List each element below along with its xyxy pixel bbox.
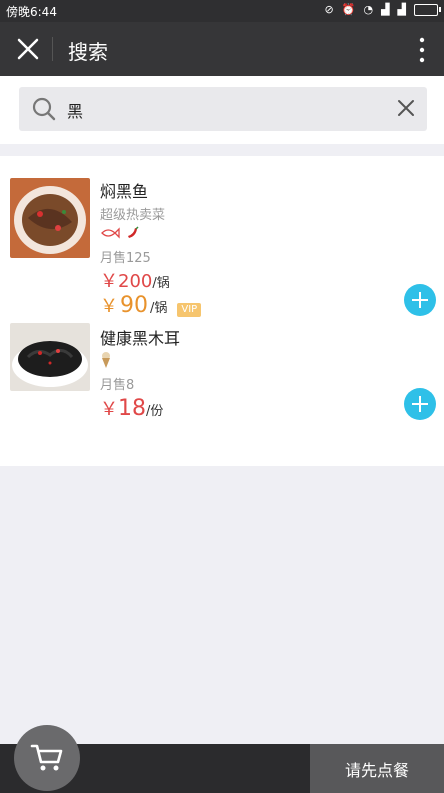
dish-image <box>10 323 90 391</box>
alarm-icon: ⏰ <box>341 3 356 16</box>
monthly-sales: 月售125 <box>100 251 151 266</box>
nav-divider <box>52 37 53 61</box>
dish-name: 焖黑鱼 <box>100 182 149 201</box>
battery-icon <box>414 4 441 16</box>
currency-symbol: ￥ <box>100 271 118 292</box>
monthly-sales: 月售8 <box>100 378 135 393</box>
dish-tag: 超级热卖菜 <box>100 208 166 223</box>
vip-badge: VIP <box>177 303 202 317</box>
list-item[interactable]: 焖黑鱼 超级热卖菜 月售125 ￥200/锅 ￥ 90/锅 VIP <box>0 156 444 318</box>
ice-cream-icon <box>102 352 110 368</box>
checkout-button[interactable]: 请先点餐 <box>310 744 444 793</box>
dish-image <box>10 178 90 258</box>
mute-icon: ⊘ <box>324 3 334 16</box>
fish-icon <box>101 227 120 239</box>
nav-bar: 搜索 <box>0 22 444 76</box>
signal-icon-2: ▟ <box>397 3 406 16</box>
price-unit: /锅 <box>152 276 170 291</box>
search-icon <box>32 97 56 121</box>
dish-feature-icons <box>100 351 112 369</box>
vip-price-value: 90 <box>120 293 148 318</box>
search-results-list: 焖黑鱼 超级热卖菜 月售125 ￥200/锅 ￥ 90/锅 VIP 健康黑木耳 … <box>0 156 444 466</box>
vip-currency-symbol: ￥ <box>100 296 118 317</box>
status-icons: ⊘ ⏰ ◔ ▟ ▟ <box>324 3 441 17</box>
chili-icon <box>128 226 139 238</box>
wifi-icon: ◔ <box>363 3 374 16</box>
vip-price-unit: /锅 <box>150 301 168 316</box>
regular-price: ￥18/份 <box>100 395 163 421</box>
price-value: 18 <box>118 396 146 421</box>
price-value: 200 <box>118 271 153 292</box>
clear-search-icon[interactable] <box>395 97 417 119</box>
dish-feature-icons <box>100 226 140 240</box>
search-area: 黑 <box>0 76 444 144</box>
search-input[interactable]: 黑 <box>19 87 427 131</box>
cart-button[interactable] <box>14 725 80 791</box>
currency-symbol: ￥ <box>100 399 118 420</box>
list-item[interactable]: 健康黑木耳 月售8 ￥18/份 <box>0 321 444 466</box>
status-bar: 傍晚6:44 ⊘ ⏰ ◔ ▟ ▟ <box>0 0 444 22</box>
close-icon[interactable] <box>14 35 42 63</box>
add-to-cart-button[interactable] <box>404 284 436 316</box>
price-unit: /份 <box>146 404 164 419</box>
status-time: 傍晚6:44 <box>6 5 57 19</box>
vip-price: ￥ 90/锅 VIP <box>100 292 202 318</box>
page-title: 搜索 <box>68 40 108 64</box>
signal-icon: ▟ <box>381 3 390 16</box>
search-query-text: 黑 <box>67 102 84 121</box>
cart-icon <box>30 744 63 771</box>
regular-price: ￥200/锅 <box>100 267 170 293</box>
dish-name: 健康黑木耳 <box>100 329 181 348</box>
add-to-cart-button[interactable] <box>404 388 436 420</box>
more-menu-icon[interactable] <box>418 36 426 64</box>
